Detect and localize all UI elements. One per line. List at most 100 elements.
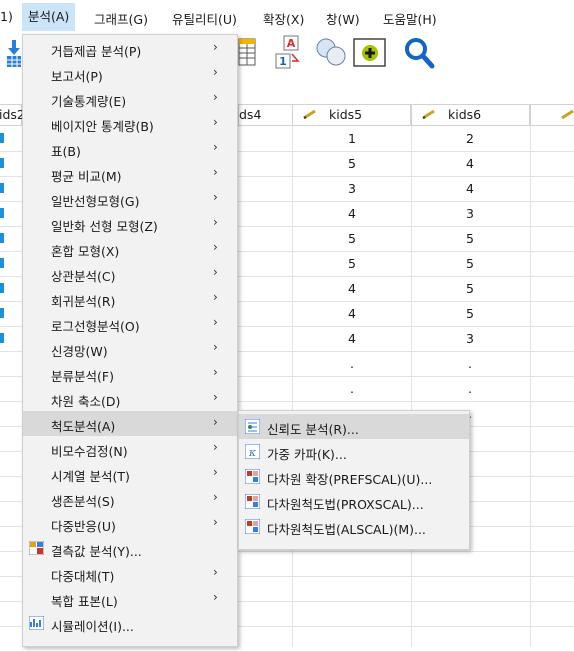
cell-kids5[interactable]: 5 [342,256,362,271]
menu-item-simulation[interactable]: 시뮬레이션(I)... [23,611,237,636]
menubar-item-analyze[interactable]: 분석(A) [22,3,76,31]
menu-item-regression[interactable]: 회귀분석(R) › [23,286,237,311]
menu-item-bayesian-statistics[interactable]: 베이지안 통계량(B) › [23,111,237,136]
chevron-right-icon: › [213,390,218,404]
menu-item-compare-means[interactable]: 평균 비교(M) › [23,161,237,186]
menu-item-label: 분류분석(F) [51,369,114,384]
cell-kids6[interactable]: . [460,381,480,396]
cell-kids5[interactable]: 3 [342,181,362,196]
show-all-variables-icon[interactable] [353,38,387,68]
cell-kids6[interactable]: 3 [460,206,480,221]
search-icon[interactable] [402,36,436,70]
value-labels-icon[interactable]: A 1 [274,34,308,70]
menu-item-label: 로그선형분석(O) [51,319,140,334]
import-data-icon[interactable] [4,36,24,68]
menu-item-multiple-imputation[interactable]: 다중대체(T) › [23,561,237,586]
menubar-item-utilities[interactable]: 유틸리티(U) [172,9,237,28]
menu-item-label: 다중반응(U) [51,519,116,534]
scale-submenu: 신뢰도 분석(R)... κ 가중 카파(K)... 다차원 확장(PREFSCAL)… [238,410,470,550]
menu-item-complex-samples[interactable]: 복합 표본(L) › [23,586,237,611]
cell-kids6[interactable]: 2 [460,131,480,146]
menu-item-survival[interactable]: 생존분석(S) › [23,486,237,511]
scale-variable-icon [303,110,316,119]
cell-kids6[interactable]: 5 [460,256,480,271]
submenu-item-weighted-kappa[interactable]: κ 가중 카파(K)... [239,439,469,464]
menubar-item-previous[interactable]: 1) [0,9,13,24]
cell-kids6[interactable]: 4 [460,156,480,171]
cell-kids6[interactable]: 5 [460,306,480,321]
chevron-right-icon: › [213,465,218,479]
column-header-partial-right[interactable] [530,104,574,126]
menu-item-neural-networks[interactable]: 신경망(W) › [23,336,237,361]
submenu-item-label: 다차원척도법(ALSCAL)(M)... [267,522,426,537]
cell-kids5[interactable]: 5 [342,231,362,246]
column-header-label: kids6 [448,107,482,122]
menu-item-label: 기술통계량(E) [51,94,127,109]
cell-kids5[interactable]: 4 [342,331,362,346]
menubar-item-window[interactable]: 창(W) [326,9,360,28]
menu-item-loglinear[interactable]: 로그선형분석(O) › [23,311,237,336]
menu-item-power-analysis[interactable]: 거듭제곱 분석(P) › [23,36,237,61]
column-header-partial-left[interactable]: ids2 [0,104,25,126]
menu-item-label: 표(B) [51,144,81,159]
cell-kids5[interactable]: . [342,381,362,396]
column-header-kids5[interactable]: kids5 [292,104,411,126]
column-header-partial-mid[interactable]: ds4 [238,104,293,126]
cell-kids6[interactable]: . [460,356,480,371]
cell-kids6[interactable]: 5 [460,281,480,296]
partial-cell [0,283,4,293]
menu-item-time-series[interactable]: 시계열 분석(T) › [23,461,237,486]
cell-kids5[interactable]: 4 [342,206,362,221]
cell-kids6[interactable]: 5 [460,231,480,246]
menu-item-label: 시계열 분석(T) [51,469,130,484]
use-sets-icon[interactable] [314,36,348,68]
cell-kids5[interactable]: 4 [342,281,362,296]
menu-item-label: 일반화 선형 모형(Z) [51,219,158,234]
chevron-right-icon: › [213,415,218,429]
menu-item-classify[interactable]: 분류분석(F) › [23,361,237,386]
menu-item-label: 혼합 모형(X) [51,244,120,259]
scale-variable-icon [422,110,435,119]
menu-item-missing-value-analysis[interactable]: 결측값 분석(Y)... [23,536,237,561]
cell-kids5[interactable]: 4 [342,306,362,321]
menu-item-label: 베이지안 통계량(B) [51,119,154,134]
menu-item-tables[interactable]: 표(B) › [23,136,237,161]
menu-item-general-linear-model[interactable]: 일반선형모형(G) › [23,186,237,211]
menu-item-label: 다중대체(T) [51,569,115,584]
menu-item-mixed-models[interactable]: 혼합 모형(X) › [23,236,237,261]
column-header-kids6[interactable]: kids6 [411,104,530,126]
menu-item-multiple-response[interactable]: 다중반응(U) › [23,511,237,536]
menu-item-generalized-linear-models[interactable]: 일반화 선형 모형(Z) › [23,211,237,236]
chevron-right-icon: › [213,240,218,254]
menu-item-descriptive-statistics[interactable]: 기술통계량(E) › [23,86,237,111]
submenu-item-multidimensional-scaling-proxscal[interactable]: 다차원척도법(PROXSCAL)... [239,489,469,514]
chevron-right-icon: › [213,140,218,154]
cell-kids5[interactable]: 1 [342,131,362,146]
scale-variable-icon [561,110,574,119]
cell-kids6[interactable]: 3 [460,331,480,346]
menu-bar: 1) 분석(A) 그래프(G) 유틸리티(U) 확장(X) 창(W) 도움말(H… [0,0,574,34]
menu-item-scale[interactable]: 척도분석(A) › [23,411,237,436]
cell-kids5[interactable]: . [342,356,362,371]
column-header-label: ds4 [239,107,262,122]
menubar-item-extensions[interactable]: 확장(X) [263,9,304,28]
partial-cell [0,308,4,318]
menu-item-label: 시뮬레이션(I)... [51,619,134,634]
prefscal-icon [245,469,260,484]
cell-kids5[interactable]: 5 [342,156,362,171]
submenu-item-multidimensional-unfolding[interactable]: 다차원 확장(PREFSCAL)(U)... [239,464,469,489]
submenu-item-reliability-analysis[interactable]: 신뢰도 분석(R)... [239,414,469,439]
menu-item-dimension-reduction[interactable]: 차원 축소(D) › [23,386,237,411]
menu-item-reports[interactable]: 보고서(P) › [23,61,237,86]
menubar-item-graphs[interactable]: 그래프(G) [94,9,148,28]
menu-item-correlate[interactable]: 상관분석(C) › [23,261,237,286]
submenu-item-label: 다차원 확장(PREFSCAL)(U)... [267,472,433,487]
menu-item-nonparametric-tests[interactable]: 비모수검정(N) › [23,436,237,461]
submenu-item-label: 가중 카파(K)... [267,447,347,462]
cell-kids6[interactable]: 4 [460,181,480,196]
chevron-right-icon: › [213,40,218,54]
variables-icon[interactable] [238,38,256,66]
menubar-item-help[interactable]: 도움말(H) [383,9,437,28]
grid-line [530,126,531,647]
submenu-item-multidimensional-scaling-alscal[interactable]: 다차원척도법(ALSCAL)(M)... [239,514,469,539]
